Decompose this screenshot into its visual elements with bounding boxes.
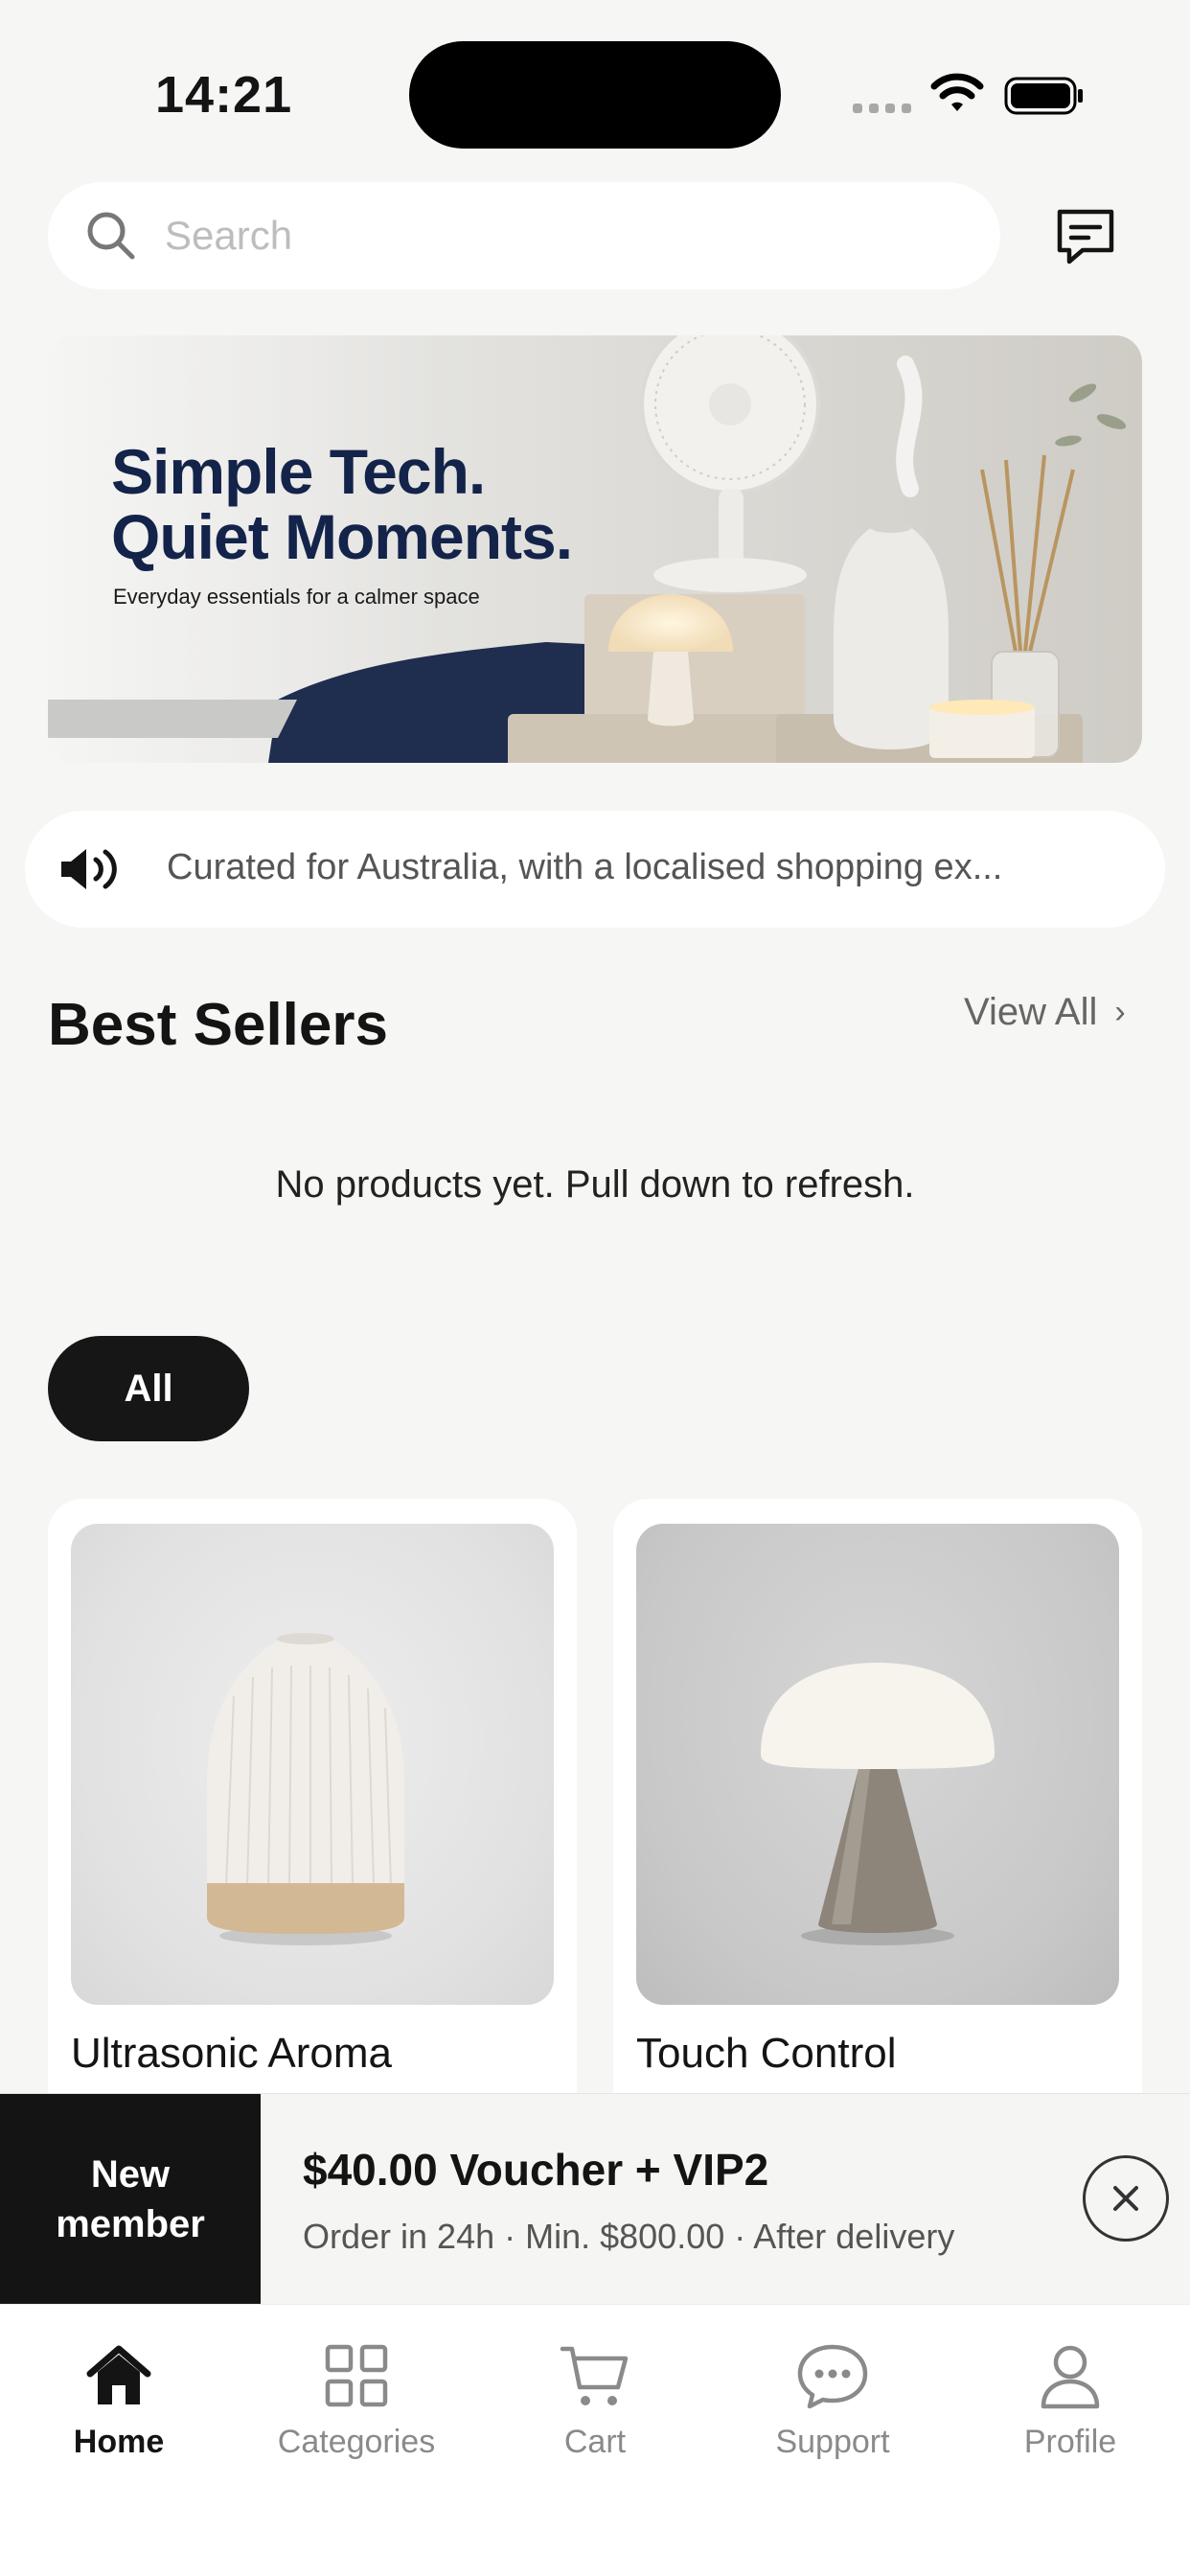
voucher-title: $40.00 Voucher + VIP2 [303,2145,769,2195]
home-screen: 14:21 Search Simple Tech. Quiet Moments.… [0,0,1190,2576]
home-icon [86,2345,151,2404]
bottom-tab-bar: Home Categories Cart Support Profile [0,2304,1190,2576]
tab-support[interactable]: Support [737,2339,928,2461]
aroma-diffuser-image [207,1633,404,1945]
chat-bubble-icon [797,2344,868,2409]
tab-home-label: Home [73,2424,165,2460]
search-icon [87,212,135,260]
tab-categories[interactable]: Categories [261,2339,452,2461]
product-image [71,1524,554,2005]
best-sellers-title: Best Sellers [48,992,388,1058]
filter-chip-all[interactable]: All [48,1336,249,1441]
cart-icon [560,2346,629,2405]
new-member-badge: New member [0,2094,261,2305]
close-icon [1113,2186,1138,2211]
product-card[interactable]: Ultrasonic Aroma [48,1499,577,2170]
announcement-bar[interactable]: Curated for Australia, with a localised … [25,811,1165,928]
messages-icon[interactable] [1054,206,1117,269]
tab-cart[interactable]: Cart [499,2339,691,2461]
dynamic-island [409,41,781,149]
banner-subtitle: Everyday essentials for a calmer space [113,585,480,609]
hero-banner[interactable]: Simple Tech. Quiet Moments. Everyday ess… [48,335,1142,763]
tab-support-label: Support [775,2424,890,2460]
chevron-right-icon: › [1114,994,1126,1030]
speaker-icon [61,849,117,889]
battery-icon [1004,77,1083,115]
tab-home[interactable]: Home [23,2339,215,2461]
tab-cart-label: Cart [563,2424,627,2460]
search-input[interactable] [165,182,970,289]
person-icon [1041,2345,1100,2409]
product-image [636,1524,1119,2005]
close-voucher-button[interactable] [1083,2155,1169,2242]
search-bar[interactable] [48,182,1000,289]
empty-state-message: No products yet. Pull down to refresh. [275,1163,915,1206]
tab-categories-label: Categories [277,2424,436,2460]
status-time: 14:21 [155,66,293,124]
voucher-banner[interactable]: New member $40.00 Voucher + VIP2 Order i… [0,2093,1190,2305]
tab-profile-label: Profile [1023,2424,1117,2460]
wifi-icon [930,73,984,111]
view-all-link[interactable]: View All › [964,991,1126,1034]
view-all-label: View All [964,991,1098,1033]
tab-profile[interactable]: Profile [974,2339,1166,2461]
mushroom-lamp-image [761,1663,995,1945]
product-card[interactable]: Touch Control [613,1499,1142,2170]
grid-icon [325,2344,388,2407]
voucher-subtitle: Order in 24h · Min. $800.00 · After deli… [303,2217,955,2256]
cellular-signal-icon [853,104,911,113]
banner-title: Simple Tech. Quiet Moments. [111,436,573,572]
announcement-text: Curated for Australia, with a localised … [167,847,1003,887]
product-title: Touch Control [636,2030,897,2077]
product-title: Ultrasonic Aroma [71,2030,393,2077]
